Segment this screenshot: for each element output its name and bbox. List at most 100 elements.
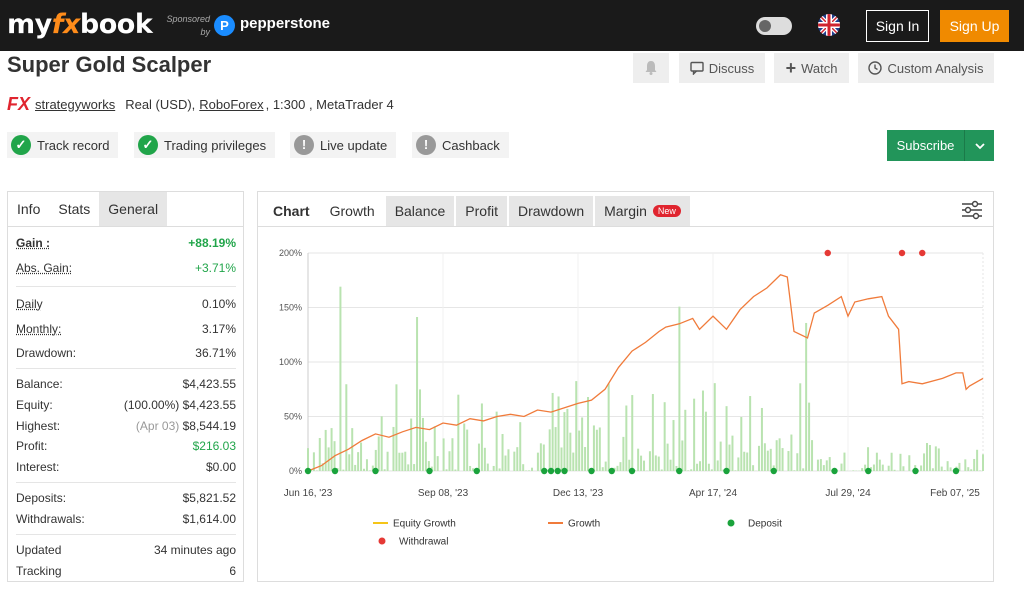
volume-bar <box>867 447 870 471</box>
volume-bar <box>407 464 410 471</box>
volume-bar <box>480 403 483 471</box>
growth-chart[interactable]: 200% 150% 100% 50% 0% Jun 16, '23 Sep 08, '23… <box>258 228 993 582</box>
growth-series-line <box>307 274 984 472</box>
volume-bar <box>631 395 634 471</box>
bell-icon <box>645 61 657 75</box>
sign-up-button[interactable]: Sign Up <box>940 10 1009 42</box>
system-info-line: FX strategyworks Real (USD), RoboForex ,… <box>7 93 394 115</box>
tab-drawdown[interactable]: Drawdown <box>508 196 594 226</box>
account-details: , 1:300 , MetaTrader 4 <box>265 96 394 112</box>
equity-percent: (100.00%) <box>123 398 180 412</box>
logo-fx: fx <box>51 9 81 40</box>
check-icon: ✓ <box>138 135 158 155</box>
volume-bar <box>410 418 413 471</box>
tab-margin[interactable]: Margin New <box>595 196 690 226</box>
monthly-label[interactable]: Monthly: <box>16 322 61 336</box>
discuss-button[interactable]: Discuss <box>679 53 765 83</box>
pepperstone-name[interactable]: pepperstone <box>240 15 330 32</box>
volume-bar <box>560 447 563 471</box>
volume-bar <box>923 453 926 471</box>
withdrawals-value: $1,614.00 <box>182 512 236 526</box>
custom-analysis-label: Custom Analysis <box>887 60 984 76</box>
tab-general[interactable]: General <box>99 192 168 226</box>
volume-bar <box>766 450 769 471</box>
volume-bar <box>598 427 601 471</box>
volume-bar <box>920 465 923 471</box>
pepperstone-logo-icon[interactable]: P <box>214 15 235 36</box>
volume-bar <box>828 457 831 471</box>
badge-label: Track record <box>37 137 110 153</box>
subscribe-button[interactable]: Subscribe <box>887 130 994 161</box>
chart-settings-icon[interactable] <box>961 200 983 220</box>
volume-bar <box>592 425 595 471</box>
volume-bar <box>330 428 333 471</box>
volume-bar <box>746 452 749 471</box>
chevron-down-icon[interactable] <box>964 130 994 161</box>
volume-bar <box>763 443 766 471</box>
volume-bar <box>604 461 607 471</box>
tab-stats[interactable]: Stats <box>49 192 100 226</box>
tab-balance[interactable]: Balance <box>385 196 455 226</box>
volume-bar <box>749 396 752 471</box>
tab-growth[interactable]: Growth <box>320 196 384 226</box>
deposit-marker <box>331 467 339 475</box>
volume-bar <box>949 467 952 471</box>
gain-label[interactable]: Gain : <box>16 236 50 250</box>
broker-link[interactable]: RoboForex <box>199 97 263 112</box>
volume-bar <box>601 467 604 471</box>
volume-bar <box>445 469 448 471</box>
volume-bar <box>433 426 436 471</box>
balance-value: $4,423.55 <box>182 377 236 391</box>
watch-button[interactable]: + Watch <box>774 53 849 83</box>
custom-analysis-button[interactable]: Custom Analysis <box>858 53 994 83</box>
volume-bar <box>398 452 401 471</box>
dark-mode-toggle[interactable] <box>756 17 792 35</box>
badge-label: Trading privileges <box>164 137 267 153</box>
volume-bar <box>728 444 731 471</box>
volume-bar <box>793 470 796 471</box>
legend-label: Withdrawal <box>399 537 448 548</box>
badge-label: Cashback <box>442 137 500 153</box>
badge-cashback[interactable]: ! Cashback <box>412 132 509 158</box>
sign-in-button[interactable]: Sign In <box>866 10 929 42</box>
x-tick-label: Jun 16, '23 <box>284 488 333 499</box>
volume-bar <box>392 426 395 471</box>
volume-bar <box>757 445 760 471</box>
volume-bar <box>519 422 522 471</box>
volume-bar <box>404 451 407 471</box>
volume-bar <box>448 451 451 471</box>
legend-label: Growth <box>568 519 600 530</box>
stat-monthly: Monthly: 3.17% <box>16 319 236 339</box>
daily-label[interactable]: Daily <box>16 297 43 311</box>
myfxbook-logo[interactable]: myfxbook <box>7 9 153 40</box>
watch-label: Watch <box>801 60 838 76</box>
volume-bar <box>819 459 822 471</box>
check-icon: ✓ <box>11 135 31 155</box>
volume-bar <box>881 464 884 471</box>
tab-profit[interactable]: Profit <box>456 196 507 226</box>
volume-bar <box>852 470 855 471</box>
volume-bar <box>672 420 675 471</box>
stat-interest: Interest: $0.00 <box>16 457 236 477</box>
badge-track-record[interactable]: ✓ Track record <box>7 132 119 158</box>
volume-bar <box>943 470 946 471</box>
badge-live-update[interactable]: ! Live update <box>290 132 397 158</box>
abs-gain-label[interactable]: Abs. Gain: <box>16 261 72 275</box>
y-tick-label: 200% <box>279 248 302 258</box>
owner-link[interactable]: strategyworks <box>35 97 115 112</box>
badge-trading-privileges[interactable]: ✓ Trading privileges <box>134 132 276 158</box>
sponsored-by-text: by <box>200 27 210 37</box>
sponsored-text: Sponsored <box>166 14 210 24</box>
tab-info[interactable]: Info <box>8 192 50 226</box>
volume-bar <box>643 460 646 471</box>
monthly-value: 3.17% <box>201 322 236 336</box>
x-tick-label: Feb 07, '25 <box>930 488 980 499</box>
volume-bar <box>669 459 672 471</box>
volume-bar <box>548 429 551 471</box>
uk-flag-icon[interactable] <box>818 14 840 36</box>
plus-icon: + <box>785 58 797 78</box>
highest-label: Highest: <box>16 419 61 433</box>
divider <box>16 534 236 535</box>
alert-bell-button[interactable] <box>633 53 669 83</box>
tab-chart[interactable]: Chart <box>264 196 319 226</box>
